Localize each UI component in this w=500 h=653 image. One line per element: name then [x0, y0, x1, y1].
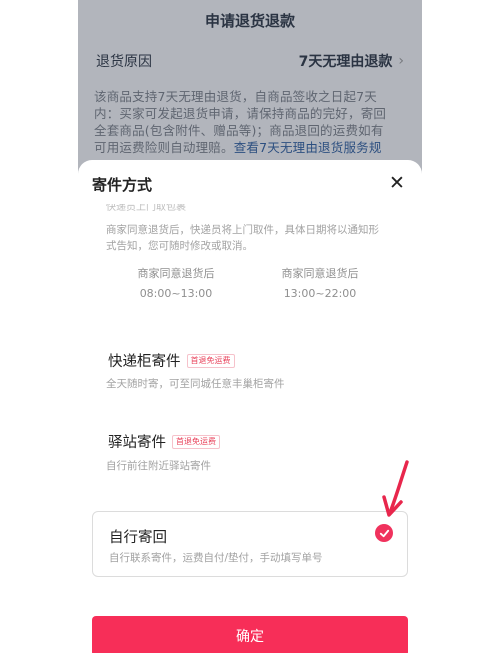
pickup-description: 商家同意退货后，快递员将上门取件，具体日期将以通知形 式告知，您可随时修改或取消… — [106, 222, 379, 254]
slot-label: 商家同意退货后 — [281, 267, 359, 280]
option-self-return[interactable]: 自行寄回 自行联系寄件，运费自付/垫付，手动填写单号 — [92, 511, 408, 577]
slot-time: 08:00~13:00 — [139, 287, 213, 300]
pickup-desc-line: 商家同意退货后，快递员将上门取件，具体日期将以通知形 — [106, 224, 379, 236]
pickup-desc-line: 式告知，您可随时修改或取消。 — [106, 240, 253, 252]
option-locker[interactable]: 快递柜寄件 首退免运费 — [108, 350, 235, 371]
check-icon-glyph — [379, 529, 389, 537]
option-self-return-label: 自行寄回 — [109, 530, 167, 546]
pickup-option-title-cut: 快递员上门取包裹 — [106, 204, 186, 212]
free-shipping-badge: 首退免运费 — [172, 434, 220, 449]
sheet-title: 寄件方式 — [92, 176, 153, 194]
phone-screen: 申请退货退款 退货原因 7天无理由退款 › 该商品支持7天无理由退货，自商品签收… — [78, 0, 422, 653]
option-locker-title: 快递柜寄件 — [108, 354, 181, 370]
option-self-return-title: 自行寄回 — [109, 526, 167, 547]
option-locker-desc: 全天随时寄，可至同城任意丰巢柜寄件 — [106, 378, 285, 390]
pickup-slot-afternoon[interactable]: 商家同意退货后 13:00~22:00 — [260, 264, 380, 304]
confirm-button[interactable]: 确定 — [92, 616, 408, 653]
option-self-return-desc: 自行联系寄件，运费自付/垫付，手动填写单号 — [109, 552, 323, 564]
check-icon[interactable] — [375, 524, 393, 542]
option-station-title: 驿站寄件 — [108, 435, 166, 451]
pickup-slot-morning[interactable]: 商家同意退货后 08:00~13:00 — [116, 264, 236, 304]
option-station[interactable]: 驿站寄件 首退免运费 — [108, 431, 220, 452]
option-station-desc: 自行前往附近驿站寄件 — [106, 460, 211, 472]
shipping-method-sheet: 寄件方式 ✕ 快递员上门取包裹 商家同意退货后，快递员将上门取件，具体日期将以通… — [78, 160, 422, 653]
close-icon[interactable]: ✕ — [386, 172, 408, 194]
slot-time: 13:00~22:00 — [283, 287, 357, 300]
slot-label: 商家同意退货后 — [137, 267, 215, 280]
free-shipping-badge: 首退免运费 — [186, 353, 235, 368]
